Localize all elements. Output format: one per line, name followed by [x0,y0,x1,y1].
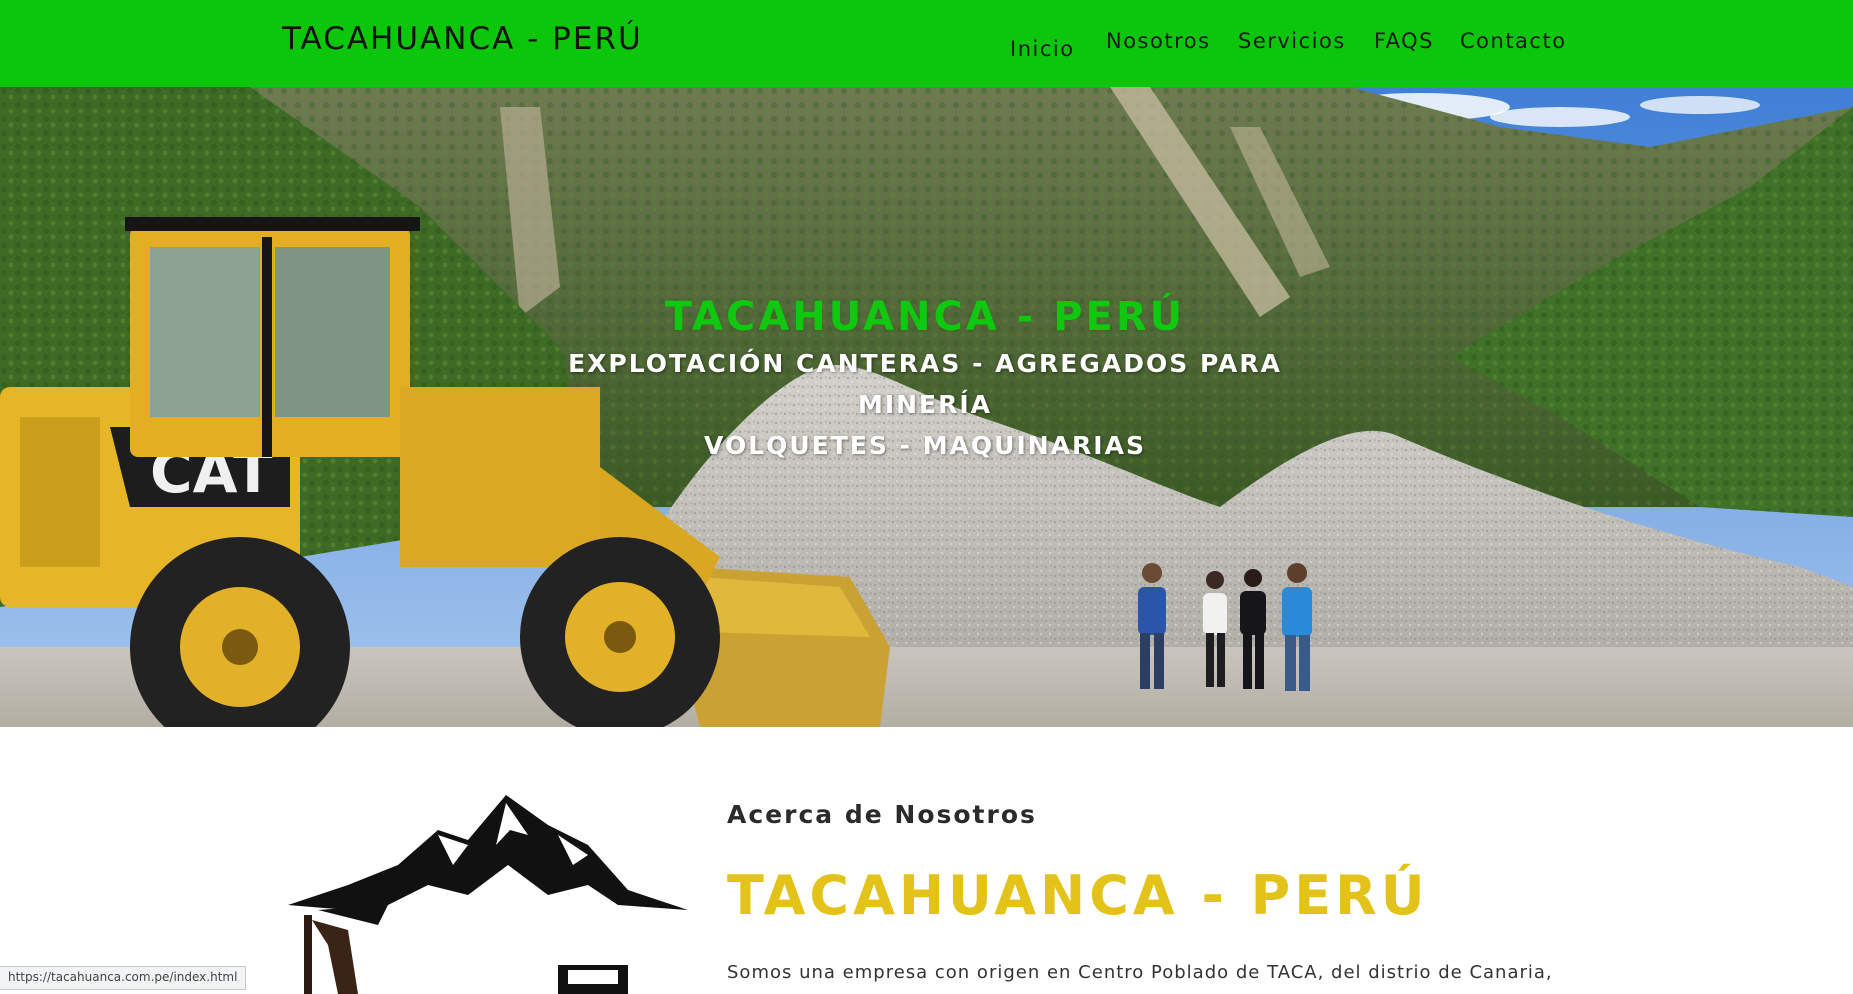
nav-link-inicio[interactable]: Inicio [1010,37,1075,61]
hero-subtitle-line-1: EXPLOTACIÓN CANTERAS - AGREGADOS PARA [568,349,1282,378]
top-navbar: TACAHUANCA - PERÚ Inicio Nosotros Servic… [0,0,1853,87]
main-nav: Inicio Nosotros Servicios FAQS Contacto [1010,0,1610,87]
nav-link-faqs[interactable]: FAQS [1374,29,1434,53]
hero-title: TACAHUANCA - PERÚ [664,294,1186,340]
nav-link-nosotros[interactable]: Nosotros [1106,29,1211,53]
hero-heading-block: TACAHUANCA - PERÚ EXPLOTACIÓN CANTERAS -… [560,295,1290,466]
brand-title[interactable]: TACAHUANCA - PERÚ [282,21,643,57]
nav-link-contacto[interactable]: Contacto [1460,29,1567,53]
about-paragraph: Somos una empresa con origen en Centro P… [727,962,1553,983]
nav-link-servicios[interactable]: Servicios [1238,29,1346,53]
about-eyebrow: Acerca de Nosotros [727,800,1037,829]
hero-banner: CAT TACAHUANCA - PERÚ EXPLOTACIÓN CANTER… [0,87,1853,727]
hero-subtitle-line-3: VOLQUETES - MAQUINARIAS [704,431,1146,460]
about-title: TACAHUANCA - PERÚ [727,864,1429,927]
company-logo-mountains-excavator [288,795,688,994]
hero-subtitle: EXPLOTACIÓN CANTERAS - AGREGADOS PARA MI… [560,343,1290,466]
link-status-url: https://tacahuanca.com.pe/index.html [0,966,247,990]
hero-subtitle-line-2: MINERÍA [857,390,993,419]
